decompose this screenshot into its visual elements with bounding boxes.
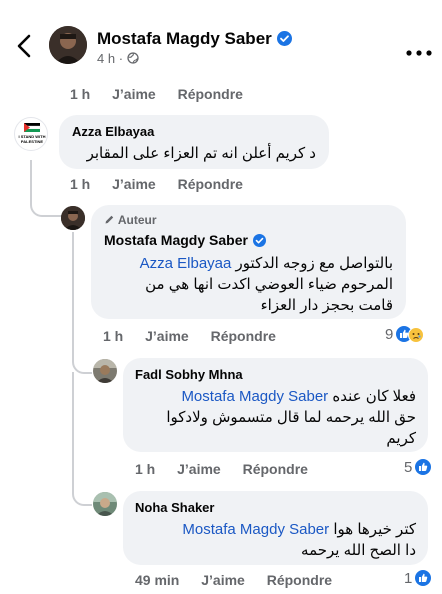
like-link[interactable]: J’aime <box>112 176 156 192</box>
reply-link[interactable]: Répondre <box>178 86 243 102</box>
post-author-name[interactable]: Mostafa Magdy Saber <box>97 29 292 49</box>
more-options-button[interactable] <box>405 44 433 56</box>
reaction-count: 1 <box>404 570 413 587</box>
thread-connector <box>30 190 62 217</box>
comment-actions: 49 min J’aime Répondre <box>135 572 350 588</box>
like-link[interactable]: J’aime <box>145 328 189 344</box>
comment-time: 49 min <box>135 572 180 588</box>
commenter-avatar[interactable]: I STAND WITH PALESTINE <box>14 117 48 151</box>
comment-text-line: قامت بحجز دار العزاء <box>260 297 393 314</box>
author-badge: Auteur <box>104 213 157 227</box>
comment-text: فعلا كان عنده Mostafa Magdy Saber حق الل… <box>126 386 416 449</box>
post-meta-separator: · <box>118 51 124 66</box>
like-reaction-icon <box>415 570 432 586</box>
like-reaction-icon <box>415 459 432 475</box>
commenter-avatar[interactable] <box>93 359 117 383</box>
comment-time: 1 h <box>70 176 91 192</box>
thread-line <box>72 372 74 482</box>
reply-link[interactable]: Répondre <box>178 176 243 192</box>
reaction-summary[interactable]: 9 <box>385 326 425 343</box>
mention-link[interactable]: Mostafa Magdy Saber <box>181 388 328 405</box>
more-dots-icon <box>406 50 432 56</box>
globe-icon <box>127 52 139 64</box>
like-link[interactable]: J’aime <box>177 461 221 477</box>
comment-time: 1 h <box>70 86 91 102</box>
comment-bubble[interactable]: Fadl Sobhy Mhna فعلا كان عنده Mostafa Ma… <box>123 358 428 452</box>
verified-badge-icon <box>276 31 292 46</box>
thread-connector <box>72 480 92 506</box>
comment-text-line: كتر خيرها هوا <box>333 521 416 538</box>
comment-text: كتر خيرها هوا Mostafa Magdy Saber دا الص… <box>126 519 416 561</box>
comment-actions: 1 h J’aime Répondre <box>103 328 294 344</box>
reply-link[interactable]: Répondre <box>243 461 308 477</box>
reaction-summary[interactable]: 5 <box>404 459 432 476</box>
reaction-count: 5 <box>404 459 413 476</box>
like-link[interactable]: J’aime <box>112 86 156 102</box>
comment-text: د كريم أعلن انه تم العزاء على المقابر <box>86 145 316 162</box>
mention-link[interactable]: Mostafa Magdy Saber <box>182 521 329 538</box>
comment-author[interactable]: Azza Elbayaa <box>72 124 154 139</box>
reply-link[interactable]: Répondre <box>211 328 276 344</box>
edit-pen-icon <box>105 215 114 224</box>
avatar-caption: I STAND WITH PALESTINE <box>18 134 46 144</box>
comment-text-line: دا الصح الله يرحمه <box>301 542 416 559</box>
comment-bubble[interactable]: Noha Shaker كتر خيرها هوا Mostafa Magdy … <box>123 491 428 565</box>
post-time: 4 h <box>97 51 116 66</box>
reply-link[interactable]: Répondre <box>267 572 332 588</box>
comment-text-line: بالتواصل مع زوجه الدكتور <box>235 255 393 272</box>
reaction-summary[interactable]: 1 <box>404 570 432 587</box>
commenter-avatar[interactable] <box>61 206 85 230</box>
chevron-left-icon <box>17 34 31 58</box>
verified-badge-icon <box>252 234 266 247</box>
comment-actions: 1 h J’aime Répondre <box>70 86 261 102</box>
comment-author[interactable]: Noha Shaker <box>135 500 214 515</box>
comment-actions: 1 h J’aime Répondre <box>135 461 326 477</box>
comment-time: 1 h <box>103 328 124 344</box>
post-meta: 4 h · <box>97 51 139 66</box>
sad-reaction-icon <box>408 327 425 343</box>
mention-link[interactable]: Azza Elbayaa <box>140 255 232 272</box>
comment-text-line: فعلا كان عنده <box>332 388 416 405</box>
like-link[interactable]: J’aime <box>201 572 245 588</box>
comment-text-line: حق الله يرحمه لما قال متسموش ولادكوا <box>166 409 416 426</box>
thread-connector <box>72 350 92 374</box>
comment-text-line: المرحوم ضياء العوضي اكدت انها هي من <box>145 276 393 293</box>
comment-actions: 1 h J’aime Répondre <box>70 176 261 192</box>
comment-bubble[interactable]: Auteur Mostafa Magdy Saber بالتواصل مع ز… <box>91 205 406 319</box>
thread-line <box>72 232 74 362</box>
back-button[interactable] <box>14 33 36 59</box>
post-author-avatar[interactable] <box>49 26 87 64</box>
reaction-count: 9 <box>385 326 394 343</box>
comment-bubble[interactable]: Azza Elbayaa د كريم أعلن انه تم العزاء ع… <box>59 115 329 169</box>
comment-author[interactable]: Mostafa Magdy Saber <box>104 232 266 248</box>
comment-text-line: كريم <box>386 430 416 447</box>
commenter-avatar[interactable] <box>93 492 117 516</box>
comment-author[interactable]: Fadl Sobhy Mhna <box>135 367 243 382</box>
comment-time: 1 h <box>135 461 156 477</box>
comment-text: بالتواصل مع زوجه الدكتور Azza Elbayaa ال… <box>93 253 393 316</box>
